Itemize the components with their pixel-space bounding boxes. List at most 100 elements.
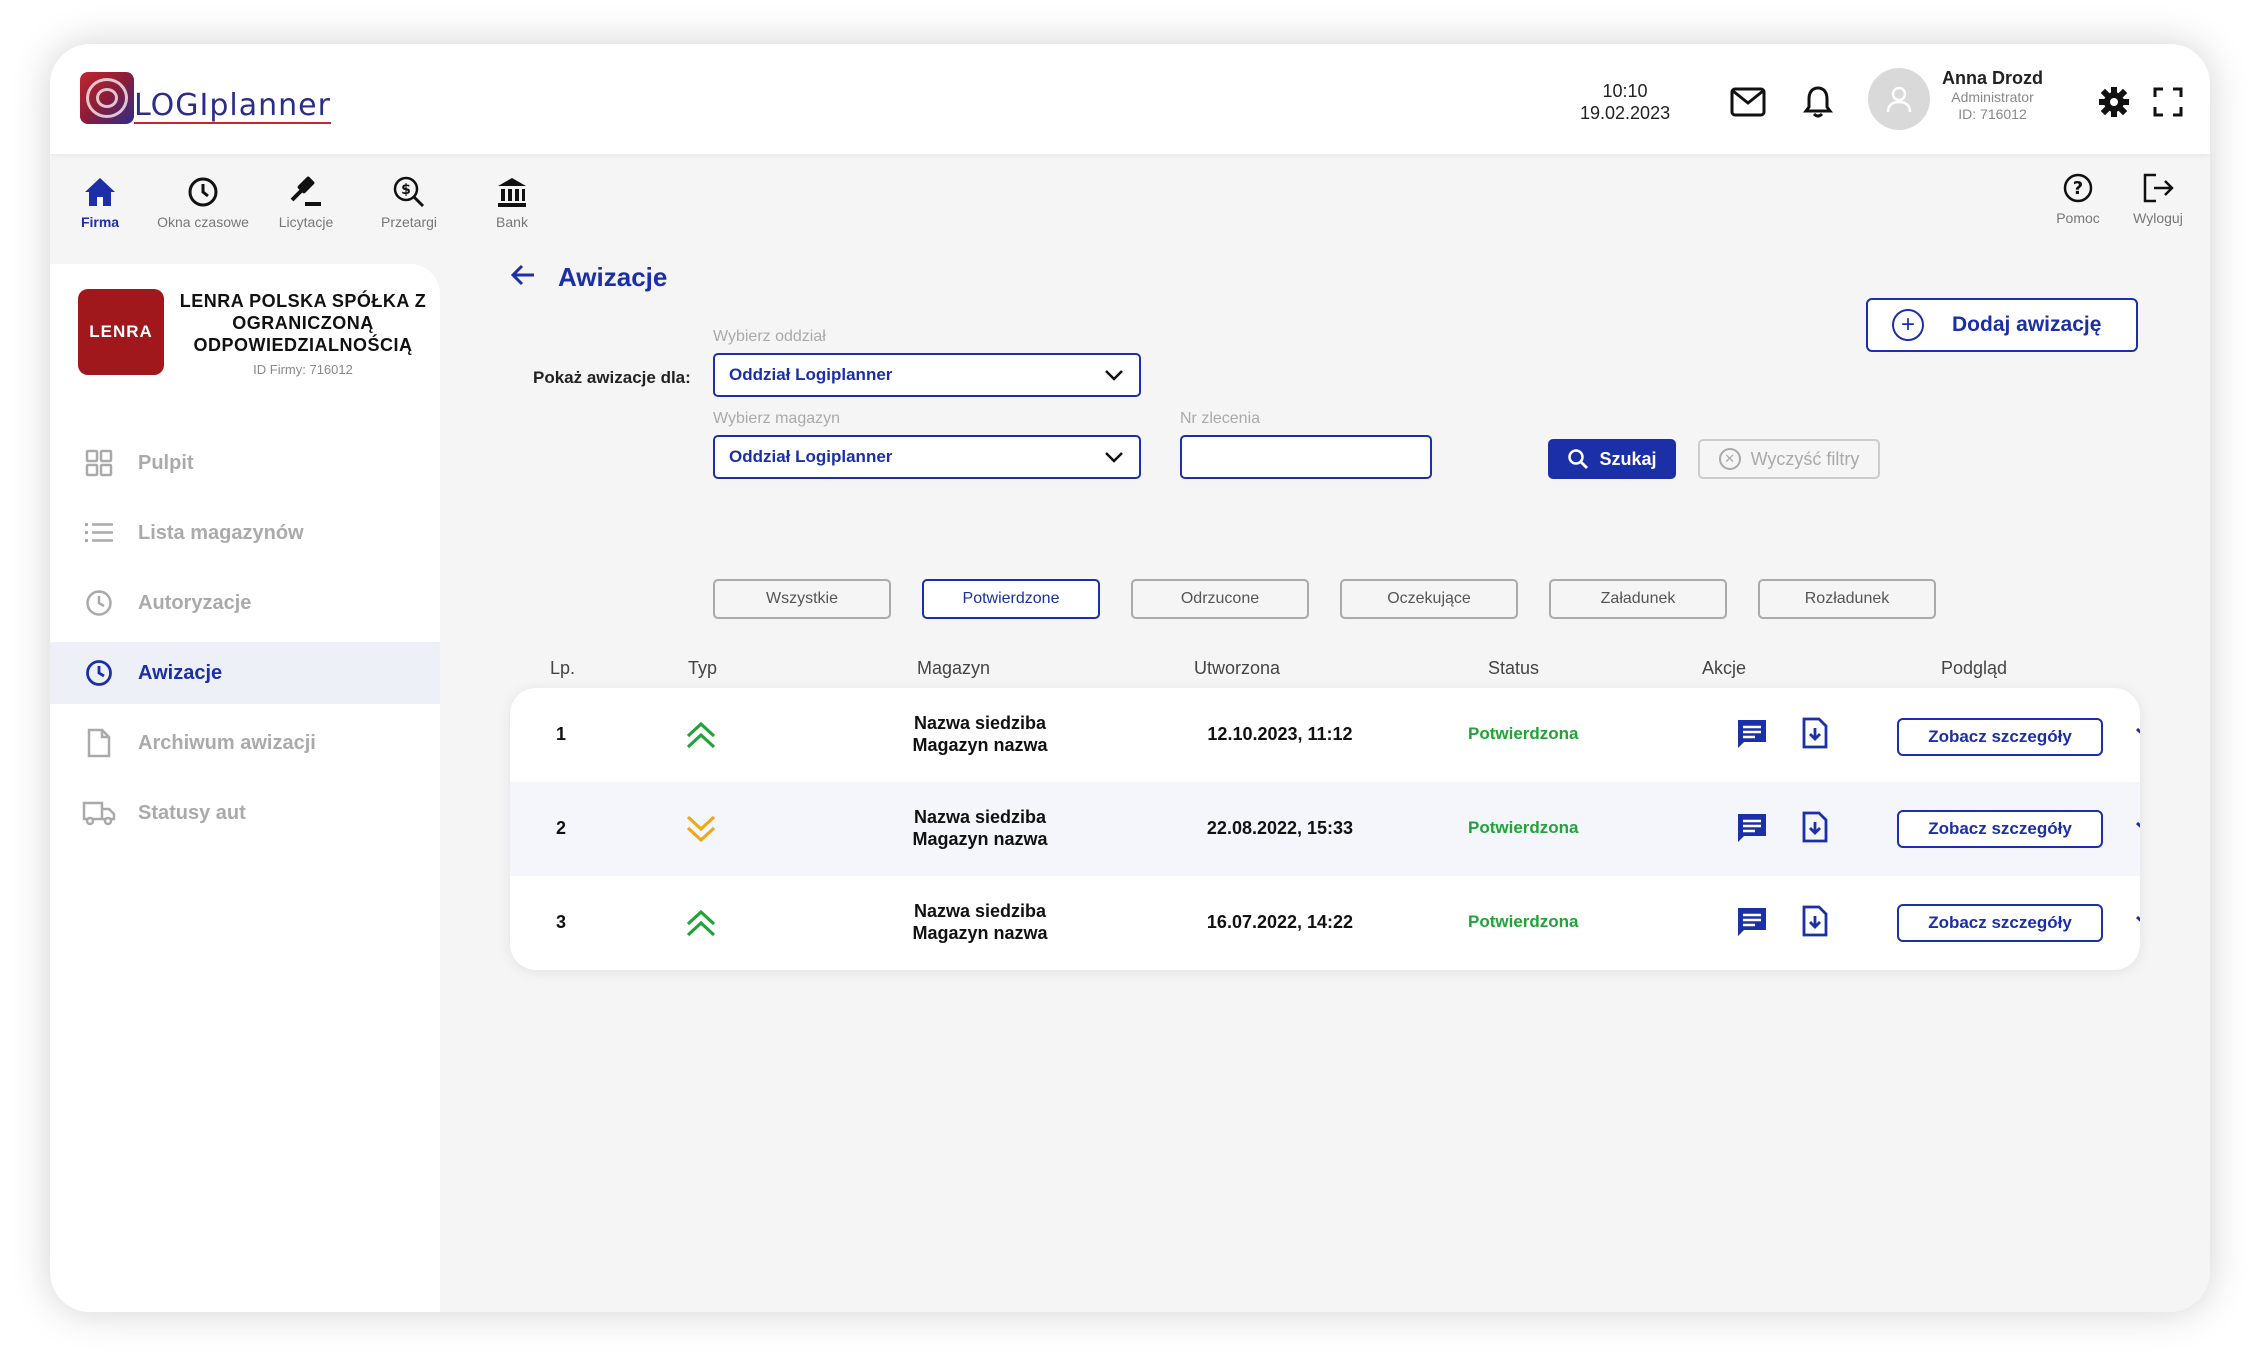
column-header-typ: Typ xyxy=(688,658,718,678)
order-number-label: Nr zlecenia xyxy=(1180,410,1261,427)
chevron-down-icon[interactable] xyxy=(2134,912,2140,937)
row-site-name: Nazwa siedziba xyxy=(913,807,1047,827)
top-header: LOGIplanner 10:10 19.02.2023 Anna Drozd … xyxy=(50,44,2210,154)
clock-time: 10:10 xyxy=(1602,81,1648,101)
warehouse-select[interactable]: Oddział Logiplanner xyxy=(713,435,1141,479)
sidebar: LENRA LENRA POLSKA SPÓŁKA Z OGRANICZONĄ … xyxy=(50,264,440,1312)
bank-icon xyxy=(462,172,562,212)
table-row[interactable]: 3 Nazwa siedziba Magazyn nazwa 16.07.202… xyxy=(510,876,2140,970)
search-icon xyxy=(1568,449,1589,469)
row-created: 12.10.2023, 11:12 xyxy=(1207,724,1353,744)
tab-wszystkie[interactable]: Wszystkie xyxy=(713,579,891,619)
nav-item-przetargi[interactable]: $ Przetargi xyxy=(359,172,459,230)
bell-icon[interactable] xyxy=(1798,82,1838,122)
add-awizacja-button[interactable]: + Dodaj awizację xyxy=(1866,298,2138,352)
help-label: Pomoc xyxy=(2056,210,2100,226)
column-header-status: Status xyxy=(1488,658,1540,678)
nav-label: Przetargi xyxy=(380,214,438,230)
branch-select-value: Oddział Logiplanner xyxy=(729,365,893,384)
show-for-label: Pokaż awizacje dla: xyxy=(533,368,691,387)
page-title: Awizacje xyxy=(558,262,668,292)
column-header-podglad: Podgląd xyxy=(1941,658,2008,678)
sidebar-item-autoryzacje[interactable]: Autoryzacje xyxy=(50,572,440,634)
mail-icon[interactable] xyxy=(1728,82,1768,122)
branch-label: Wybierz oddział xyxy=(713,328,826,345)
order-number-input[interactable] xyxy=(1180,435,1432,479)
clock-icon xyxy=(153,172,253,212)
double-chevron-up-icon xyxy=(684,720,718,755)
tab-potwierdzone[interactable]: Potwierdzone xyxy=(922,579,1100,619)
row-warehouse-name: Magazyn nazwa xyxy=(912,735,1048,755)
gavel-icon xyxy=(256,172,356,212)
logo-mark-icon xyxy=(80,72,134,124)
avatar[interactable] xyxy=(1868,68,1930,130)
sidebar-item-label: Statusy aut xyxy=(138,801,246,824)
nav-item-firma[interactable]: Firma xyxy=(50,172,150,230)
logout-button[interactable]: Wyloguj xyxy=(2118,168,2198,226)
clock-date: 19.02.2023 xyxy=(1580,103,1671,123)
clear-filters-label: Wyczyść filtry xyxy=(1750,448,1860,469)
tab-rozladunek[interactable]: Rozładunek xyxy=(1758,579,1936,619)
clock-icon xyxy=(82,656,116,690)
sidebar-item-statusy-aut[interactable]: Statusy aut xyxy=(50,782,440,844)
download-document-icon[interactable] xyxy=(1802,717,1828,754)
add-button-label: Dodaj awizację xyxy=(1952,313,2102,336)
branch-select[interactable]: Oddział Logiplanner xyxy=(713,353,1141,397)
sidebar-item-label: Awizacje xyxy=(138,661,223,684)
search-button-label: Szukaj xyxy=(1599,448,1657,469)
user-role: Administrator xyxy=(1951,89,2034,105)
message-icon[interactable] xyxy=(1736,718,1768,755)
message-icon[interactable] xyxy=(1736,906,1768,943)
message-icon[interactable] xyxy=(1736,812,1768,849)
row-lp: 1 xyxy=(556,724,567,744)
view-details-button[interactable]: Zobacz szczegóły xyxy=(1897,904,2103,942)
sidebar-item-label: Autoryzacje xyxy=(138,591,252,614)
awizacje-table: 1 Nazwa siedziba Magazyn nazwa 12.10.202… xyxy=(510,688,2140,970)
view-details-button[interactable]: Zobacz szczegóły xyxy=(1897,810,2103,848)
tab-zaladunek[interactable]: Załadunek xyxy=(1549,579,1727,619)
nav-label: Okna czasowe xyxy=(157,214,249,230)
sidebar-item-awizacje[interactable]: Awizacje xyxy=(50,642,440,704)
tab-oczekujace[interactable]: Oczekujące xyxy=(1340,579,1518,619)
status-badge: Potwierdzona xyxy=(1468,818,1579,837)
download-document-icon[interactable] xyxy=(1802,905,1828,942)
user-info[interactable]: Anna Drozd Administrator ID: 716012 xyxy=(1942,68,2043,123)
chevron-down-icon[interactable] xyxy=(2134,818,2140,843)
user-id: ID: 716012 xyxy=(1958,106,2027,122)
nav-item-okna-czasowe[interactable]: Okna czasowe xyxy=(153,172,253,230)
chevron-down-icon[interactable] xyxy=(2134,724,2140,749)
sidebar-item-label: Lista magazynów xyxy=(138,521,304,544)
chevron-down-icon xyxy=(1103,447,1125,472)
nav-label: Bank xyxy=(496,214,528,230)
table-row[interactable]: 2 Nazwa siedziba Magazyn nazwa 22.08.202… xyxy=(510,782,2140,876)
nav-item-bank[interactable]: Bank xyxy=(462,172,562,230)
clear-filters-button[interactable]: ✕ Wyczyść filtry xyxy=(1698,439,1880,479)
table-row[interactable]: 1 Nazwa siedziba Magazyn nazwa 12.10.202… xyxy=(510,688,2140,782)
row-site-name: Nazwa siedziba xyxy=(913,713,1047,733)
sidebar-item-archiwum-awizacji[interactable]: Archiwum awizacji xyxy=(50,712,440,774)
logiplanner-logo[interactable]: LOGIplanner xyxy=(80,72,331,124)
sidebar-item-lista-magazynow[interactable]: Lista magazynów xyxy=(50,502,440,564)
nav-item-licytacje[interactable]: Licytacje xyxy=(256,172,356,230)
grid-icon xyxy=(82,446,116,480)
gear-icon[interactable] xyxy=(2094,82,2134,122)
help-button[interactable]: ? Pomoc xyxy=(2038,168,2118,226)
logo-text: LOGIplanner xyxy=(134,88,331,124)
view-details-button[interactable]: Zobacz szczegóły xyxy=(1897,718,2103,756)
warehouse-label: Wybierz magazyn xyxy=(713,410,841,427)
clock-icon xyxy=(82,586,116,620)
search-button[interactable]: Szukaj xyxy=(1548,439,1676,479)
tab-odrzucone[interactable]: Odrzucone xyxy=(1131,579,1309,619)
truck-icon xyxy=(82,796,116,830)
user-icon xyxy=(1886,86,1912,113)
nav-label: Licytacje xyxy=(278,214,334,230)
back-arrow-icon[interactable] xyxy=(510,263,536,292)
chevron-down-icon xyxy=(1103,365,1125,390)
row-created: 22.08.2022, 15:33 xyxy=(1206,818,1354,838)
app-window: LOGIplanner 10:10 19.02.2023 Anna Drozd … xyxy=(50,44,2210,1312)
nav-label: Firma xyxy=(80,214,120,230)
download-document-icon[interactable] xyxy=(1802,811,1828,848)
sidebar-item-pulpit[interactable]: Pulpit xyxy=(50,432,440,494)
company-logo: LENRA xyxy=(78,289,164,375)
fullscreen-icon[interactable] xyxy=(2148,82,2188,122)
